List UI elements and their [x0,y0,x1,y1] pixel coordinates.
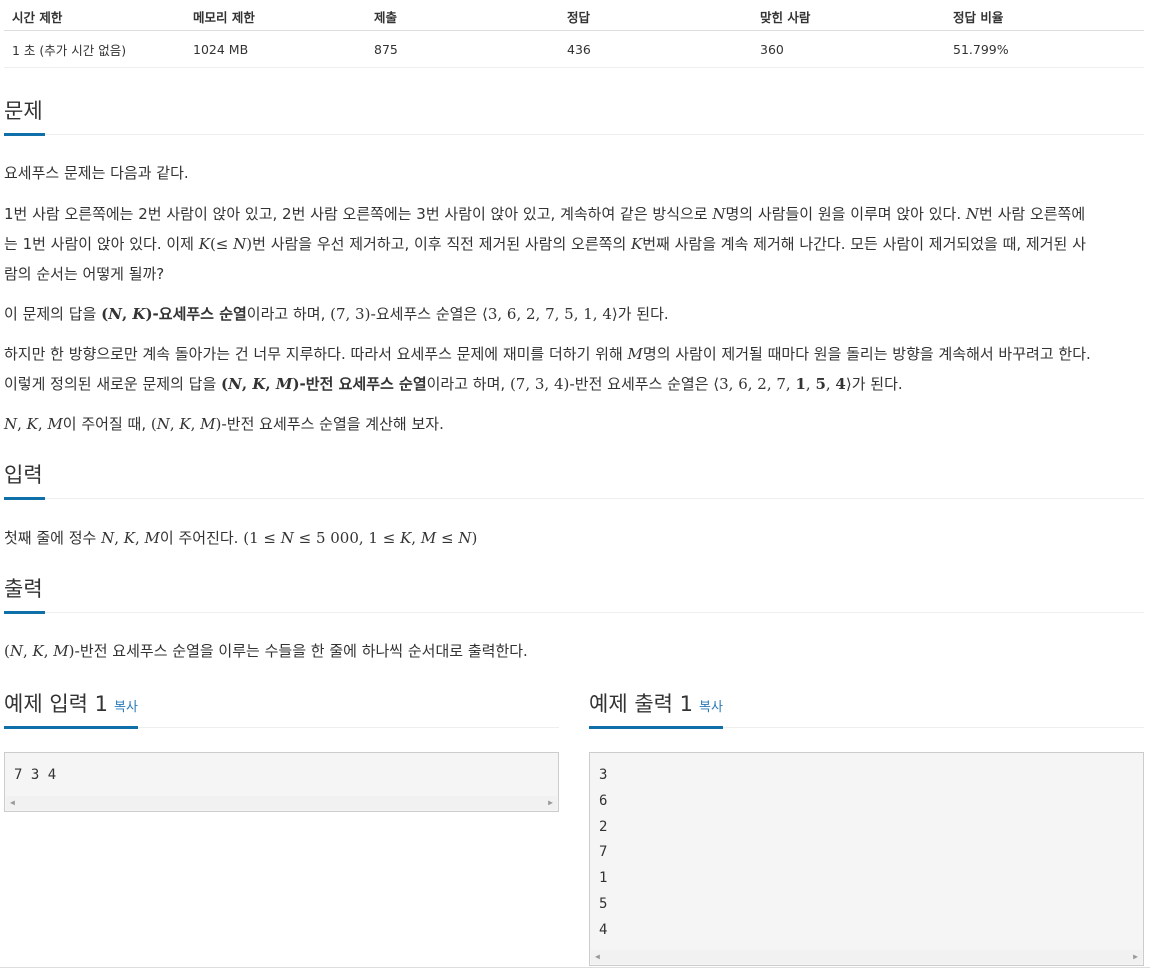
problem-text: 번 사람 오른쪽에 [979,205,1086,223]
math-N: N [712,205,726,223]
problem-paragraph-3: 이 문제의 답을 (N, K)-요세푸스 순열이라고 하며, (7, 3)-요세… [4,299,1144,329]
stats-solvers: 360 [752,30,945,68]
example-output-box[interactable]: 3 6 2 7 1 5 4 ◀ ▶ [589,752,1144,966]
problem-text: -반전 요세푸스 순열을 계산해 보자. [221,415,444,433]
example-input-box[interactable]: 7 3 4 ◀ ▶ [4,752,559,812]
copy-output-button[interactable]: 복사 [699,700,723,715]
stats-header-ratio: 정답 비율 [945,0,1144,31]
problem-text: 이라고 하며, [426,375,510,393]
example-input-header: 예제 입력 1 복사 [4,689,559,729]
problem-section-title: 문제 [4,96,45,136]
copy-input-button[interactable]: 복사 [114,700,138,715]
problem-paragraph-4: 하지만 한 방향으로만 계속 돌아가는 건 너무 지루하다. 따라서 요세푸스 … [4,339,1144,399]
problem-paragraph-1: 요세푸스 문제는 다음과 같다. [4,158,1144,188]
stats-submissions: 875 [366,30,559,68]
problem-paragraph-5: N, K, M이 주어질 때, (N, K, M)-반전 요세푸스 순열을 계산… [4,409,1144,439]
problem-stats: 시간 제한 메모리 제한 제출 정답 맞힌 사람 정답 비율 1 초 (추가 시… [4,0,1144,68]
input-text: 첫째 줄에 정수 [4,529,102,547]
stats-ratio: 51.799% [945,30,1144,68]
stats-header-time: 시간 제한 [4,0,185,31]
stats-value-row: 1 초 (추가 시간 없음) 1024 MB 875 436 360 51.79… [4,30,1144,68]
stats-accepted: 436 [559,30,752,68]
math-N-K-M: (N, K, M) [4,642,75,660]
problem-text: 는 1번 사람이 앉아 있다. 이제 [4,235,199,253]
example-input-title: 예제 입력 1 복사 [4,689,138,729]
stats-header-accepted: 정답 [559,0,752,31]
example-input-text: 7 3 4 [14,767,57,783]
problem-text: 이 주어질 때, [62,415,151,433]
problem-text-bold: -반전 요세푸스 순열 [299,375,427,393]
input-section-header: 입력 [4,460,1144,500]
output-description: (N, K, M)-반전 요세푸스 순열을 이루는 수들을 한 줄에 하나씩 순… [4,636,1144,666]
example-output-title: 예제 출력 1 복사 [589,689,723,729]
math-constraints: (1 ≤ N ≤ 5 000, 1 ≤ K, M ≤ N) [243,529,478,547]
math-N-K-M: N, K, M [101,529,160,547]
problem-section-header: 문제 [4,96,1144,136]
math-K-le-N: (≤ [209,235,234,253]
problem-text: 이 문제의 답을 [4,305,102,323]
stats-header-submissions: 제출 [366,0,559,31]
example-output-title-text: 예제 출력 1 [589,692,693,716]
output-text: -반전 요세푸스 순열을 이루는 수들을 한 줄에 하나씩 순서대로 출력한다. [74,642,528,660]
math-N-K-M: N, K, M [4,415,63,433]
example-output-header: 예제 출력 1 복사 [589,689,1144,729]
math-N-K-M-bold: (N, K, M) [221,375,300,393]
horizontal-scrollbar[interactable]: ◀ ▶ [591,950,1142,964]
input-section-title: 입력 [4,460,45,500]
stats-header-memory: 메모리 제한 [185,0,366,31]
stats-time-limit: 1 초 (추가 시간 없음) [4,30,185,68]
problem-text: 람의 순서는 어떻게 될까? [4,265,165,283]
math-K: K [631,235,643,253]
problem-text: 번 사람을 우선 제거하고, 이후 직전 제거된 사람의 오른쪽의 [252,235,632,253]
math-7-3-4: (7, 3, 4) [509,375,570,393]
problem-text: 하지만 한 방향으로만 계속 돌아가는 건 너무 지루하다. 따라서 요세푸스 … [4,345,628,363]
example-output-text: 3 6 2 7 1 5 4 [599,767,608,938]
math-N: N [965,205,980,223]
scroll-left-icon[interactable]: ◀ [595,953,600,961]
problem-text: 번째 사람을 계속 제거해 나간다. 모든 사람이 제거되었을 때, 제거된 사 [642,235,1086,253]
problem-text: 명의 사람들이 원을 이루며 앉아 있다. [725,205,966,223]
stats-table: 시간 제한 메모리 제한 제출 정답 맞힌 사람 정답 비율 1 초 (추가 시… [4,0,1144,68]
scroll-left-icon[interactable]: ◀ [10,799,15,807]
math-sequence: ⟨3, 6, 2, 7, 5, 1, 4⟩ [482,305,618,323]
problem-text: 이라고 하며, [246,305,331,323]
problem-text: 명의 사람이 제거될 때마다 원을 돌리는 방향을 계속해서 바꾸려고 한다. [642,345,1091,363]
problem-text: 가 된다. [617,305,669,323]
example-input-title-text: 예제 입력 1 [4,692,108,716]
input-description: 첫째 줄에 정수 N, K, M이 주어진다. (1 ≤ N ≤ 5 000, … [4,523,1144,553]
problem-text: -요세푸스 순열은 [370,305,482,323]
math-7-3: (7, 3) [330,305,371,323]
input-text: 이 주어진다. [159,529,244,547]
math-N-K-M: (N, K, M) [150,415,222,433]
problem-text: 1번 사람 오른쪽에는 2번 사람이 앉아 있고, 2번 사람 오른쪽에는 3번… [4,205,713,223]
math-K-le-N: K [198,235,210,253]
scroll-right-icon[interactable]: ▶ [548,799,553,807]
scroll-right-icon[interactable]: ▶ [1133,953,1138,961]
output-section-title: 출력 [4,574,45,614]
math-K-le-N: N [233,235,247,253]
problem-text-bold: -요세푸스 순열 [152,305,247,323]
problem-paragraph-2: 1번 사람 오른쪽에는 2번 사람이 앉아 있고, 2번 사람 오른쪽에는 3번… [4,199,1144,289]
stats-memory-limit: 1024 MB [185,30,366,68]
problem-text: 이렇게 정의된 새로운 문제의 답을 [4,375,222,393]
problem-text: -반전 요세푸스 순열은 [569,375,714,393]
stats-header-solvers: 맞힌 사람 [752,0,945,31]
math-sequence-reversed: ⟨3, 6, 2, 7, 1, 5, 4⟩ [713,375,852,393]
footer-divider [0,967,1150,968]
problem-text: 가 된다. [851,375,903,393]
math-M: M [627,345,643,363]
output-section-header: 출력 [4,574,1144,614]
stats-header-row: 시간 제한 메모리 제한 제출 정답 맞힌 사람 정답 비율 [4,0,1144,31]
horizontal-scrollbar[interactable]: ◀ ▶ [6,796,557,810]
problem-text: 요세푸스 문제는 다음과 같다. [4,164,189,182]
math-N-K-bold: (N, K) [101,305,153,323]
